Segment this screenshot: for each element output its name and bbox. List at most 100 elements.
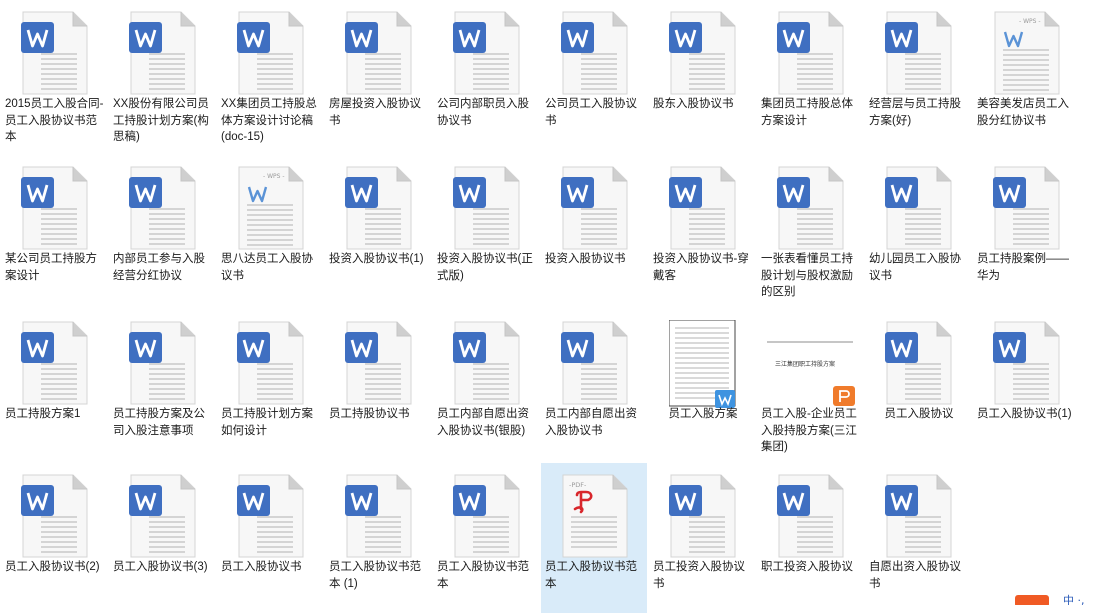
file-item[interactable]: 员工内部自愿出资入股协议书 xyxy=(541,310,647,460)
file-item[interactable]: 投资入股协议书 xyxy=(541,155,647,305)
file-item[interactable]: 员工持股方案及公司入股注意事项 xyxy=(109,310,215,460)
file-item[interactable]: - WPS - 思八达员工入股协议书 xyxy=(217,155,323,305)
file-item[interactable]: 自愿出资入股协议书 xyxy=(865,463,971,613)
file-name: 职工投资入股协议 xyxy=(761,561,853,573)
file-name: 员工入股-企业员工入股持股方案(三江集团) xyxy=(761,408,857,453)
word-doc-icon xyxy=(453,320,521,406)
word-doc-icon xyxy=(237,320,305,406)
file-item[interactable]: XX集团员工持股总体方案设计讨论稿(doc-15) xyxy=(217,0,323,150)
file-name: 幼儿园员工入股协议书 xyxy=(869,253,961,282)
file-item[interactable]: 员工入股协议书(1) xyxy=(973,310,1079,460)
word-doc-icon xyxy=(561,320,629,406)
file-item[interactable]: 内部员工参与入股经营分红协议 xyxy=(109,155,215,305)
file-name: 股东入股协议书 xyxy=(653,98,734,110)
file-item[interactable]: 员工内部自愿出资入股协议书(银股) xyxy=(433,310,539,460)
file-item[interactable]: 投资入股协议书-穿戴客 xyxy=(649,155,755,305)
file-item[interactable]: 公司内部职员入股协议书 xyxy=(433,0,539,150)
file-item[interactable]: 员工持股计划方案如何设计 xyxy=(217,310,323,460)
file-item[interactable]: 员工入股协议书(3) xyxy=(109,463,215,613)
word-doc-icon xyxy=(345,320,413,406)
file-item[interactable]: 职工投资入股协议 xyxy=(757,463,863,613)
file-name: 员工持股方案1 xyxy=(5,408,81,420)
file-item[interactable]: 员工入股协议书 xyxy=(217,463,323,613)
file-name: 员工投资入股协议书 xyxy=(653,561,745,590)
file-item[interactable]: 员工投资入股协议书 xyxy=(649,463,755,613)
word-doc-icon xyxy=(21,10,89,96)
word-doc-icon xyxy=(453,165,521,251)
word-doc-icon xyxy=(21,320,89,406)
presentation-thumbnail: 三江集团职工持股方案 xyxy=(767,320,855,406)
file-name: 员工持股协议书 xyxy=(329,408,410,420)
file-name: 员工入股协议书 xyxy=(221,561,302,573)
document-thumbnail xyxy=(668,319,737,408)
file-item[interactable]: 经营层与员工持股方案(好) xyxy=(865,0,971,150)
word-doc-icon xyxy=(885,10,953,96)
file-name: 一张表看懂员工持股计划与股权激励的区别 xyxy=(761,253,853,298)
word-doc-icon xyxy=(993,320,1061,406)
word-doc-icon xyxy=(561,165,629,251)
file-name: 某公司员工持股方案设计 xyxy=(5,253,97,282)
file-name: 投资入股协议书 xyxy=(545,253,626,265)
file-name: XX股份有限公司员工持股计划方案(构思稿) xyxy=(113,98,209,143)
file-name: 公司员工入股协议书 xyxy=(545,98,637,127)
file-item[interactable]: 公司员工入股协议书 xyxy=(541,0,647,150)
file-item[interactable]: 一张表看懂员工持股计划与股权激励的区别 xyxy=(757,155,863,305)
file-name: 2015员工入股合同-员工入股协议书范本 xyxy=(5,98,104,143)
file-name: 投资入股协议书(1) xyxy=(329,253,424,265)
file-name: 公司内部职员入股协议书 xyxy=(437,98,529,127)
word-doc-icon xyxy=(453,10,521,96)
word-doc-icon xyxy=(453,473,521,559)
word-doc-icon xyxy=(21,165,89,251)
file-item[interactable]: 投资入股协议书(1) xyxy=(325,155,431,305)
file-item[interactable]: 2015员工入股合同-员工入股协议书范本 xyxy=(1,0,107,150)
file-name: 员工入股协议 xyxy=(884,408,954,420)
file-name: 投资入股协议书-穿戴客 xyxy=(653,253,749,282)
file-item[interactable]: 房屋投资入股协议书 xyxy=(325,0,431,150)
file-name: 员工入股方案 xyxy=(668,408,738,420)
file-name: 员工内部自愿出资入股协议书 xyxy=(545,408,637,437)
file-item[interactable]: -PDF- 员工入股协议书范本 xyxy=(541,463,647,613)
file-name: 美容美发店员工入股分红协议书 xyxy=(977,98,1069,127)
file-item[interactable]: 员工持股方案1 xyxy=(1,310,107,460)
file-item[interactable]: 投资入股协议书(正式版) xyxy=(433,155,539,305)
file-name: 员工入股协议书(3) xyxy=(113,561,208,573)
file-item[interactable]: 员工入股协议书范本 (1) xyxy=(325,463,431,613)
file-name: 员工持股计划方案如何设计 xyxy=(221,408,313,437)
file-name: 员工入股协议书范本 xyxy=(437,561,529,590)
wps-doc-icon: - WPS - xyxy=(237,165,305,251)
word-doc-icon xyxy=(129,10,197,96)
file-item[interactable]: 集团员工持股总体方案设计 xyxy=(757,0,863,150)
file-item[interactable]: 幼儿园员工入股协议书 xyxy=(865,155,971,305)
word-doc-icon xyxy=(885,165,953,251)
word-doc-icon xyxy=(237,10,305,96)
wps-doc-icon: - WPS - xyxy=(993,10,1061,96)
file-item[interactable]: 三江集团职工持股方案 员工入股-企业员工入股持股方案(三江集团) xyxy=(757,310,863,460)
file-item[interactable]: - WPS - 美容美发店员工入股分红协议书 xyxy=(973,0,1079,150)
file-item[interactable]: XX股份有限公司员工持股计划方案(构思稿) xyxy=(109,0,215,150)
file-item[interactable]: 股东入股协议书 xyxy=(649,0,755,150)
file-name: 员工入股协议书(1) xyxy=(977,408,1072,420)
file-item[interactable]: 员工持股案例——华为 xyxy=(973,155,1079,305)
svg-text:中 ·,: 中 ·, xyxy=(1063,594,1085,605)
file-item[interactable]: 员工持股协议书 xyxy=(325,310,431,460)
pdf-doc-icon: -PDF- xyxy=(561,473,629,559)
taskbar-corner: 中 ·, xyxy=(1005,592,1095,607)
word-doc-icon xyxy=(777,10,845,96)
word-doc-icon xyxy=(129,165,197,251)
file-grid: 2015员工入股合同-员工入股协议书范本 XX股份有限公司员工持股计划方案(构思稿… xyxy=(0,0,1095,613)
word-doc-icon xyxy=(777,165,845,251)
file-name: 员工内部自愿出资入股协议书(银股) xyxy=(437,408,529,437)
file-name: 投资入股协议书(正式版) xyxy=(437,253,533,282)
file-name: 房屋投资入股协议书 xyxy=(329,98,421,127)
file-item[interactable]: 某公司员工持股方案设计 xyxy=(1,155,107,305)
word-doc-icon xyxy=(561,10,629,96)
file-item[interactable]: 员工入股方案 xyxy=(649,310,755,460)
file-name: 员工入股协议书范本 (1) xyxy=(329,561,421,590)
word-doc-icon xyxy=(129,473,197,559)
wps-label-text: - WPS - xyxy=(1019,18,1041,25)
file-item[interactable]: 员工入股协议书范本 xyxy=(433,463,539,613)
word-doc-icon xyxy=(669,165,737,251)
file-item[interactable]: 员工入股协议书(2) xyxy=(1,463,107,613)
word-doc-icon xyxy=(669,10,737,96)
file-item[interactable]: 员工入股协议 xyxy=(865,310,971,460)
